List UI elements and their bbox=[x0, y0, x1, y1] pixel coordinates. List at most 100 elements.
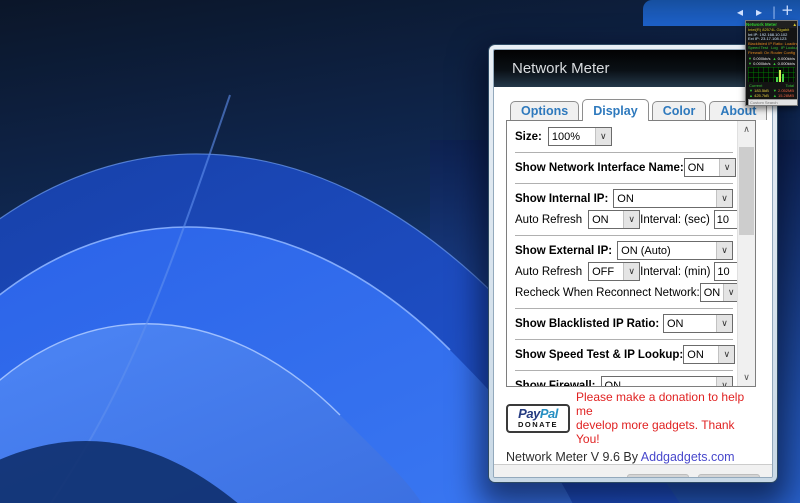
blacklisted-select[interactable]: ON ∨ bbox=[663, 314, 733, 333]
donate-label: DONATE bbox=[518, 420, 558, 429]
dialog-body: Options Display Color About Size: 100% ∨ bbox=[494, 87, 772, 464]
dialog-title: Network Meter bbox=[512, 60, 610, 77]
size-label: Size: bbox=[515, 131, 542, 143]
gadget-totals-row: ▲ 425.7kB ▲ 15.28MB bbox=[746, 93, 797, 98]
ok-button[interactable]: OK bbox=[627, 474, 689, 478]
settings-panel: Size: 100% ∨ Show Network Interface Name… bbox=[506, 120, 756, 387]
interface-label: Show Network Interface Name: bbox=[515, 162, 684, 174]
external-refresh-select[interactable]: OFF ∨ bbox=[588, 262, 640, 281]
firewall-value: ON bbox=[605, 380, 622, 388]
vertical-scrollbar[interactable]: ∧ ∨ bbox=[737, 121, 755, 386]
version-line: Network Meter V 9.6 By Addgadgets.com bbox=[506, 450, 760, 464]
chevron-down-icon: ∨ bbox=[595, 128, 611, 145]
external-ip-row: Show External IP: ON (Auto) ∨ bbox=[515, 241, 733, 260]
scrollbar-thumb[interactable] bbox=[739, 147, 754, 235]
scroll-up-button[interactable]: ∧ bbox=[738, 121, 755, 138]
donation-message: Please make a donation to help me develo… bbox=[576, 390, 760, 446]
chevron-down-icon: ∨ bbox=[716, 190, 732, 207]
recheck-select[interactable]: ON ∨ bbox=[700, 283, 740, 302]
internal-refresh-row: Auto Refresh ON ∨ Interval: (sec) bbox=[515, 210, 733, 229]
chevron-up-icon: ∧ bbox=[743, 125, 750, 135]
graph-spike bbox=[779, 70, 781, 82]
scroll-down-button[interactable]: ∨ bbox=[738, 369, 755, 386]
donate-row: PayPal DONATE Please make a donation to … bbox=[506, 390, 760, 446]
internal-ip-select[interactable]: ON ∨ bbox=[613, 189, 733, 208]
internal-interval-label: Interval: (sec) bbox=[640, 214, 710, 226]
up-arrow-icon: ▲ bbox=[773, 93, 777, 98]
internal-refresh-label: Auto Refresh bbox=[515, 214, 582, 226]
new-tab-icon[interactable]: + bbox=[781, 2, 794, 18]
chevron-down-icon: ∨ bbox=[716, 315, 732, 332]
separator bbox=[515, 152, 733, 153]
size-value: 100% bbox=[552, 131, 580, 143]
blacklisted-label: Show Blacklisted IP Ratio: bbox=[515, 318, 659, 330]
addgadgets-link[interactable]: Addgadgets.com bbox=[641, 450, 735, 464]
tab-color[interactable]: Color bbox=[652, 101, 707, 120]
chevron-down-icon: ∨ bbox=[623, 263, 639, 280]
forward-icon[interactable]: ▸ bbox=[756, 4, 762, 20]
graph-spike bbox=[782, 74, 784, 82]
chevron-down-icon: ∨ bbox=[743, 373, 750, 383]
log-link[interactable]: Log bbox=[771, 46, 778, 50]
ip-lookup-link[interactable]: IP Lookup bbox=[781, 46, 797, 50]
blacklisted-value: ON bbox=[667, 318, 684, 330]
internal-ip-label: Show Internal IP: bbox=[515, 193, 608, 205]
speed-test-link[interactable]: Speed Test bbox=[748, 46, 768, 50]
internal-refresh-select[interactable]: ON ∨ bbox=[588, 210, 640, 229]
speedtest-value: ON bbox=[687, 349, 704, 361]
back-icon[interactable]: ◂ bbox=[737, 4, 743, 20]
firewall-row: Show Firewall: ON ∨ bbox=[515, 376, 733, 387]
separator bbox=[515, 308, 733, 309]
external-refresh-value: OFF bbox=[592, 266, 614, 278]
cancel-button[interactable]: Cancel bbox=[698, 474, 760, 478]
gadget-search-input[interactable] bbox=[748, 99, 798, 106]
speedtest-label: Show Speed Test & IP Lookup: bbox=[515, 349, 683, 361]
paypal-donate-button[interactable]: PayPal DONATE bbox=[506, 404, 570, 433]
internal-refresh-value: ON bbox=[592, 214, 609, 226]
desktop: ◂ ▸ | + Network Meter Options Display Co… bbox=[0, 0, 800, 503]
external-interval-label: Interval: (min) bbox=[640, 266, 710, 278]
gadget-menu-icon[interactable]: ▲ bbox=[793, 21, 797, 28]
graph-spike bbox=[776, 77, 778, 82]
network-meter-dialog: Network Meter Options Display Color Abou… bbox=[489, 45, 777, 482]
separator bbox=[515, 183, 733, 184]
internal-ip-value: ON bbox=[617, 193, 634, 205]
tab-options[interactable]: Options bbox=[510, 101, 579, 120]
separator-icon: | bbox=[772, 4, 776, 20]
separator bbox=[515, 370, 733, 371]
external-refresh-label: Auto Refresh bbox=[515, 266, 582, 278]
down-arrow-icon: ▼ bbox=[748, 61, 752, 66]
separator bbox=[515, 339, 733, 340]
size-row: Size: 100% ∨ bbox=[515, 127, 733, 146]
chevron-down-icon: ∨ bbox=[623, 211, 639, 228]
speedtest-row: Show Speed Test & IP Lookup: ON ∨ bbox=[515, 345, 733, 364]
up-arrow-icon: ▲ bbox=[749, 93, 753, 98]
tab-display[interactable]: Display bbox=[582, 99, 648, 121]
firewall-select[interactable]: ON ∨ bbox=[601, 376, 733, 387]
size-select[interactable]: 100% ∨ bbox=[548, 127, 612, 146]
recheck-label: Recheck When Reconnect Network: bbox=[515, 287, 700, 299]
chevron-down-icon: ∨ bbox=[716, 242, 732, 259]
dialog-frame: Network Meter Options Display Color Abou… bbox=[493, 49, 773, 478]
gadget-titlebar[interactable]: Network Meter ▲ bbox=[746, 21, 797, 28]
version-text: Network Meter V 9.6 By bbox=[506, 450, 641, 464]
external-ip-select[interactable]: ON (Auto) ∨ bbox=[617, 241, 733, 260]
network-meter-gadget[interactable]: Network Meter ▲ Intel(R) 82574L Gigabit … bbox=[745, 20, 798, 106]
internal-interval-input[interactable] bbox=[714, 210, 738, 229]
dialog-titlebar[interactable]: Network Meter bbox=[494, 50, 772, 87]
external-ip-value: ON (Auto) bbox=[621, 245, 671, 257]
chevron-down-icon: ∨ bbox=[719, 159, 735, 176]
external-refresh-row: Auto Refresh OFF ∨ Interval: (min) bbox=[515, 262, 733, 281]
gadget-speed-row: ▼ 0.000kb/s ▲ 0.000kb/s bbox=[746, 61, 797, 66]
dialog-footer: OK Cancel bbox=[494, 464, 772, 478]
internal-ip-row: Show Internal IP: ON ∨ bbox=[515, 189, 733, 208]
recheck-row: Recheck When Reconnect Network: ON ∨ bbox=[515, 283, 733, 302]
firewall-label: Show Firewall: bbox=[515, 380, 596, 388]
speedtest-select[interactable]: ON ∨ bbox=[683, 345, 735, 364]
blacklisted-row: Show Blacklisted IP Ratio: ON ∨ bbox=[515, 314, 733, 333]
external-ip-label: Show External IP: bbox=[515, 245, 612, 257]
chevron-down-icon: ∨ bbox=[716, 377, 732, 387]
external-interval-input[interactable] bbox=[714, 262, 738, 281]
interface-select[interactable]: ON ∨ bbox=[684, 158, 736, 177]
chevron-down-icon: ∨ bbox=[718, 346, 734, 363]
